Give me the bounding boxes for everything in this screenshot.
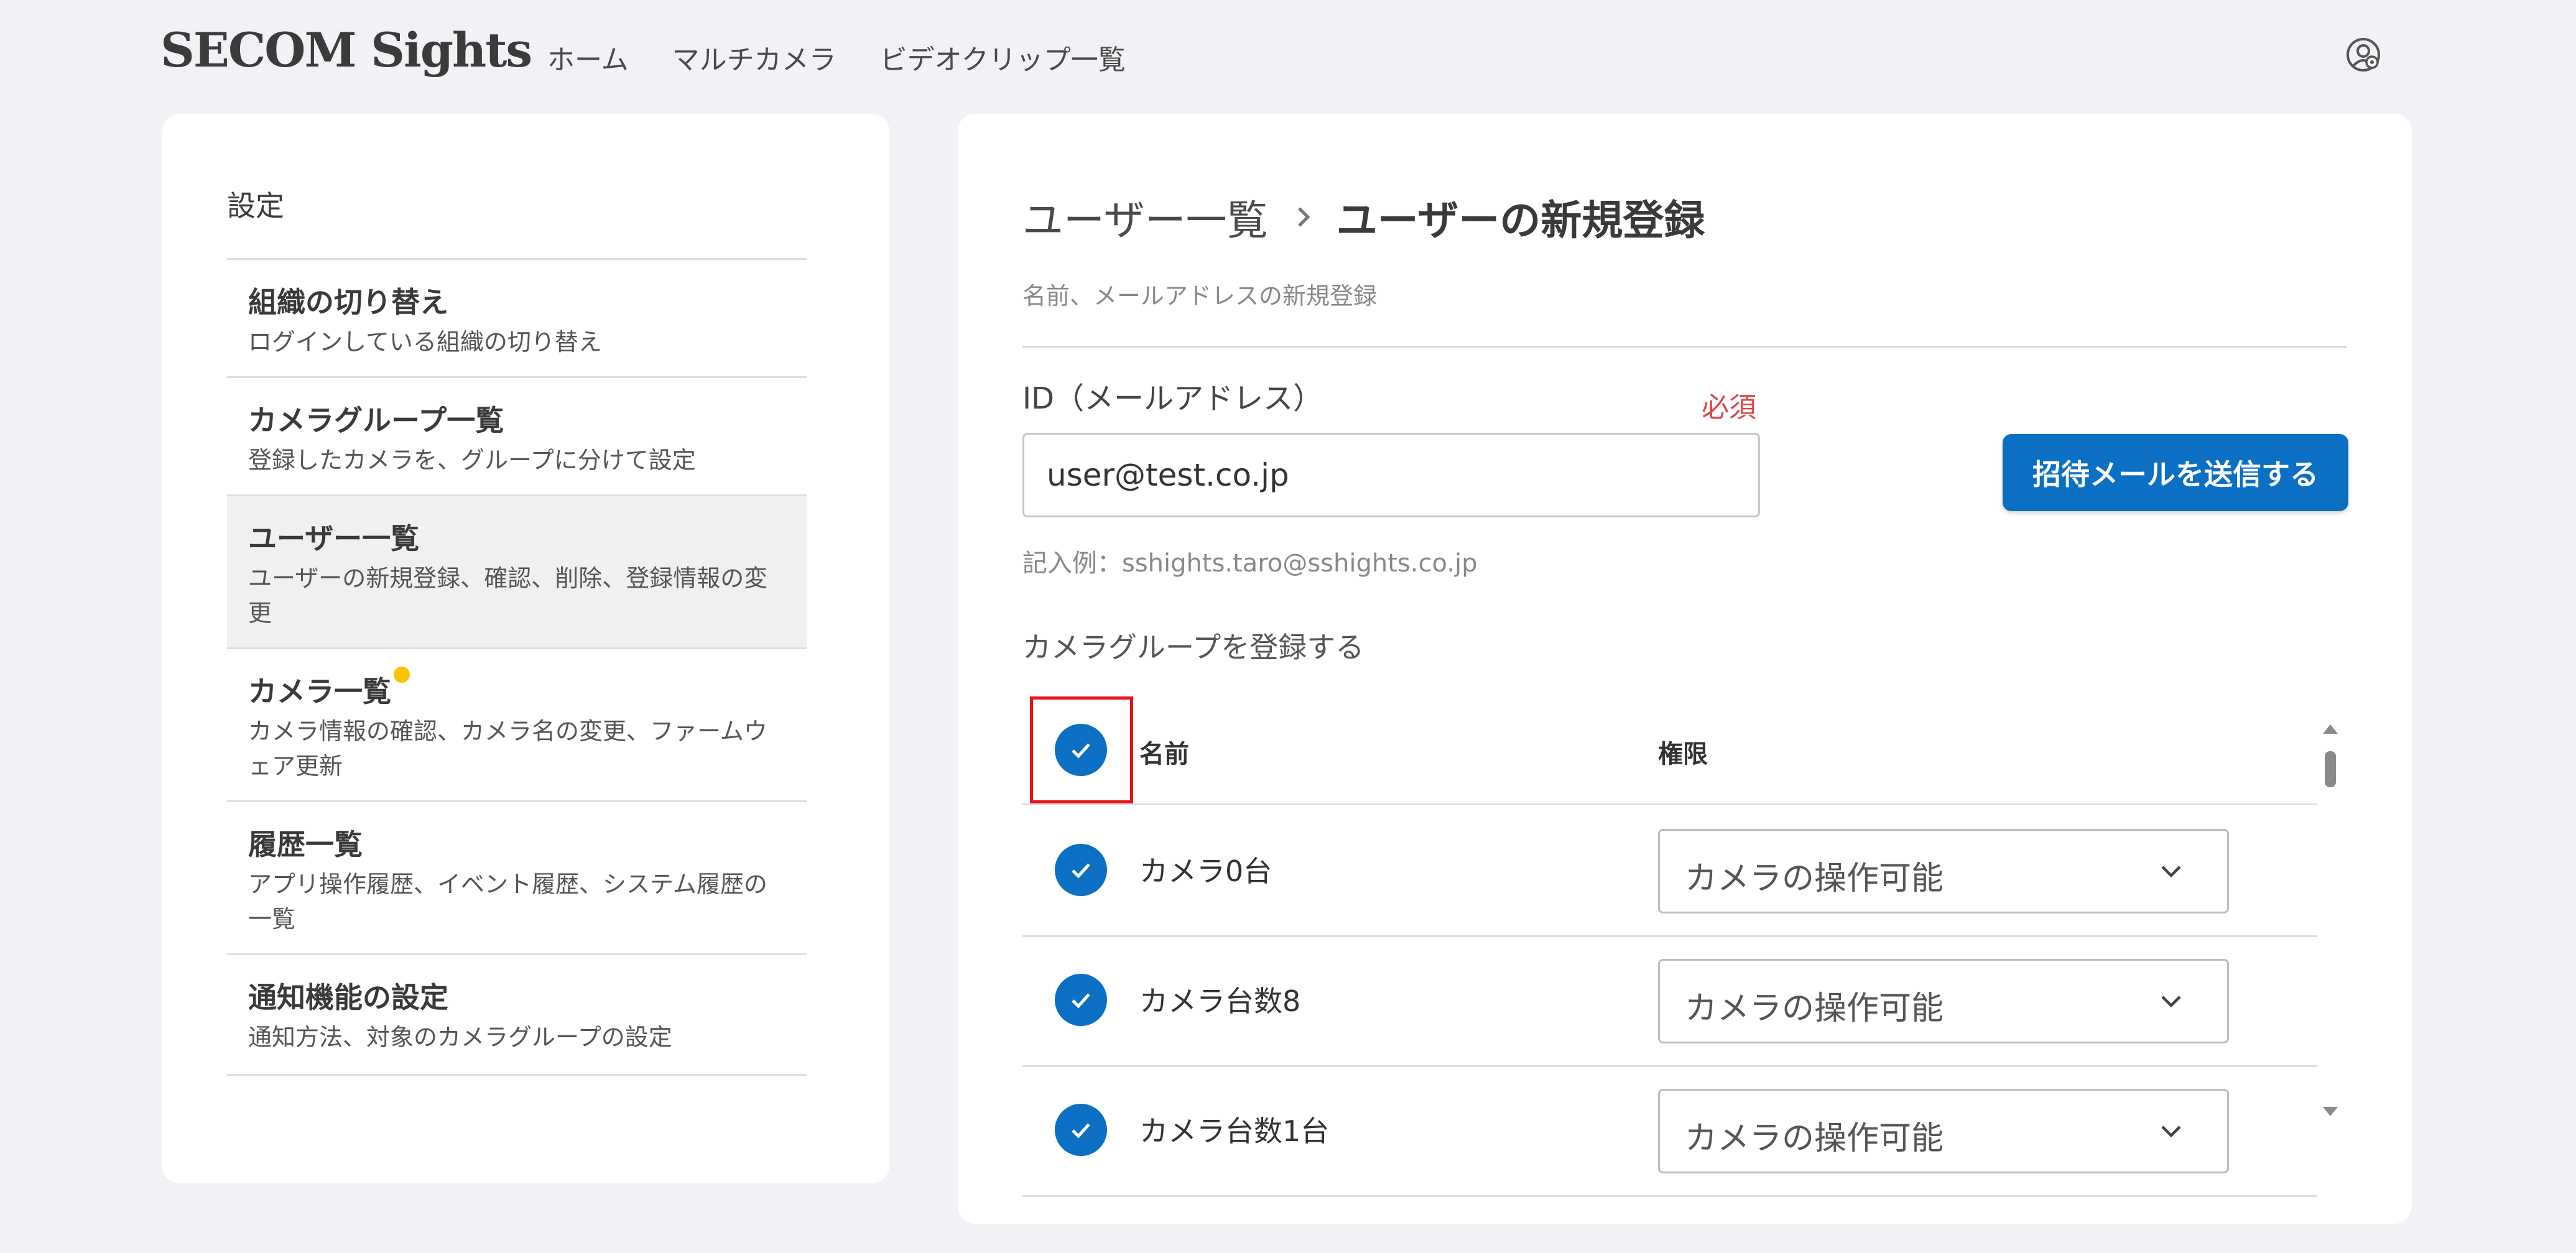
sidebar-item-desc: ログインしている組織の切り替え (248, 328, 602, 356)
sidebar-item-desc: カメラ情報の確認、カメラ名の変更、ファームウェア更新 (248, 718, 767, 780)
main-nav: ホーム マルチカメラ ビデオクリップ一覧 (547, 37, 1126, 77)
sidebar-item-title: 組織の切り替え (248, 285, 448, 319)
table-row: カメラ台数8 カメラの操作可能 (1022, 935, 2317, 1067)
sidebar-item-cameras[interactable]: カメラ一覧 カメラ情報の確認、カメラ名の変更、ファームウェア更新 (227, 649, 807, 802)
row-checkbox[interactable] (1055, 974, 1107, 1026)
sidebar-item-camera-groups[interactable]: カメラグループ一覧 登録したカメラを、グループに分けて設定 (227, 378, 807, 496)
page-title: ユーザーの新規登録 (1336, 197, 1705, 244)
sidebar-item-desc: アプリ操作履歴、イベント履歴、システム履歴の一覧 (248, 871, 767, 933)
scroll-thumb (2325, 751, 2336, 787)
breadcrumb-user-list[interactable]: ユーザー一覧 (1022, 187, 1268, 247)
sidebar-item-title-text: カメラ一覧 (248, 675, 391, 708)
sidebar-item-desc: 通知方法、対象のカメラグループの設定 (248, 1024, 672, 1051)
chevron-down-icon (2161, 1126, 2181, 1138)
permission-select[interactable]: カメラの操作可能 (1658, 959, 2229, 1043)
table-row: カメラ0台 カメラの操作可能 (1022, 805, 2317, 937)
camera-group-section-title: カメラグループを登録する (1022, 631, 1364, 664)
required-badge: 必須 (1702, 392, 1756, 423)
camera-group-name: カメラ0台 (1139, 854, 1272, 888)
settings-menu: 組織の切り替え ログインしている組織の切り替え カメラグループ一覧 登録したカメ… (227, 258, 807, 1076)
table-row: カメラ台数1台 カメラの操作可能 (1022, 1065, 2317, 1197)
camera-group-table: 名前 権限 カメラ0台 カメラの操作可能 カメラ台数8 カメラの操作可能 カメラ… (1022, 696, 2347, 1253)
row-checkbox[interactable] (1055, 844, 1107, 896)
permission-select-value: カメラの操作可能 (1685, 860, 1944, 897)
chevron-down-icon (2161, 866, 2181, 878)
page-description: 名前、メールアドレスの新規登録 (1022, 282, 1378, 310)
row-checkbox[interactable] (1055, 1104, 1107, 1156)
camera-group-name: カメラ台数8 (1139, 984, 1301, 1018)
column-header-permission: 権限 (1658, 740, 1708, 769)
permission-select-value: カメラの操作可能 (1685, 990, 1944, 1027)
notification-badge (394, 667, 410, 683)
sidebar-item-title: 履歴一覧 (248, 828, 363, 861)
user-gear-icon (2347, 38, 2380, 72)
user-registration-panel: ユーザー一覧 ユーザーの新規登録 名前、メールアドレスの新規登録 ID（メールア… (958, 114, 2412, 1224)
nav-video-clips[interactable]: ビデオクリップ一覧 (880, 37, 1126, 77)
input-example-hint: 記入例：sshights.taro@sshights.co.jp (1022, 549, 1478, 578)
sidebar-item-desc: ユーザーの新規登録、確認、削除、登録情報の変更 (248, 565, 768, 627)
column-header-name: 名前 (1139, 740, 1189, 769)
email-field[interactable] (1022, 433, 1760, 517)
breadcrumb: ユーザー一覧 ユーザーの新規登録 (1022, 187, 1705, 247)
sidebar-item-organization[interactable]: 組織の切り替え ログインしている組織の切り替え (227, 260, 807, 378)
check-icon (1072, 993, 1090, 1009)
settings-title: 設定 (227, 189, 284, 223)
send-invite-button[interactable]: 招待メールを送信する (2003, 434, 2348, 511)
sidebar-item-notifications[interactable]: 通知機能の設定 通知方法、対象のカメラグループの設定 (227, 955, 807, 1076)
user-settings-button[interactable] (2345, 36, 2382, 73)
check-icon (1072, 863, 1090, 879)
nav-multi-camera[interactable]: マルチカメラ (672, 37, 836, 77)
scroll-up-arrow (2323, 724, 2338, 734)
permission-select-value: カメラの操作可能 (1685, 1120, 1944, 1157)
brand-logo[interactable]: SECOM Sights (160, 22, 532, 78)
scroll-down-arrow (2323, 1107, 2338, 1116)
chevron-right-icon (1297, 207, 1310, 227)
camera-group-name: カメラ台数1台 (1139, 1114, 1330, 1148)
sidebar-item-title: カメラ一覧 (248, 667, 410, 710)
table-header: 名前 権限 (1022, 696, 2317, 805)
select-all-checkbox[interactable] (1055, 724, 1107, 776)
chevron-down-icon (2161, 996, 2181, 1008)
sidebar-item-history[interactable]: 履歴一覧 アプリ操作履歴、イベント履歴、システム履歴の一覧 (227, 802, 807, 955)
sidebar-item-title: カメラグループ一覧 (248, 404, 504, 437)
permission-select[interactable]: カメラの操作可能 (1658, 829, 2229, 913)
sidebar-item-title: 通知機能の設定 (248, 981, 448, 1014)
settings-sidebar: 設定 組織の切り替え ログインしている組織の切り替え カメラグループ一覧 登録し… (162, 114, 889, 1183)
nav-home[interactable]: ホーム (547, 37, 629, 77)
id-field-label: ID（メールアドレス） (1022, 381, 1323, 416)
sidebar-item-desc: 登録したカメラを、グループに分けて設定 (248, 446, 696, 474)
table-scrollbar[interactable] (2318, 709, 2343, 1132)
sidebar-item-users[interactable]: ユーザー一覧 ユーザーの新規登録、確認、削除、登録情報の変更 (227, 496, 807, 649)
check-icon (1072, 1123, 1090, 1139)
divider (1022, 346, 2347, 348)
permission-select[interactable]: カメラの操作可能 (1658, 1089, 2229, 1173)
check-icon (1072, 743, 1090, 759)
sidebar-item-title: ユーザー一覧 (248, 522, 420, 555)
